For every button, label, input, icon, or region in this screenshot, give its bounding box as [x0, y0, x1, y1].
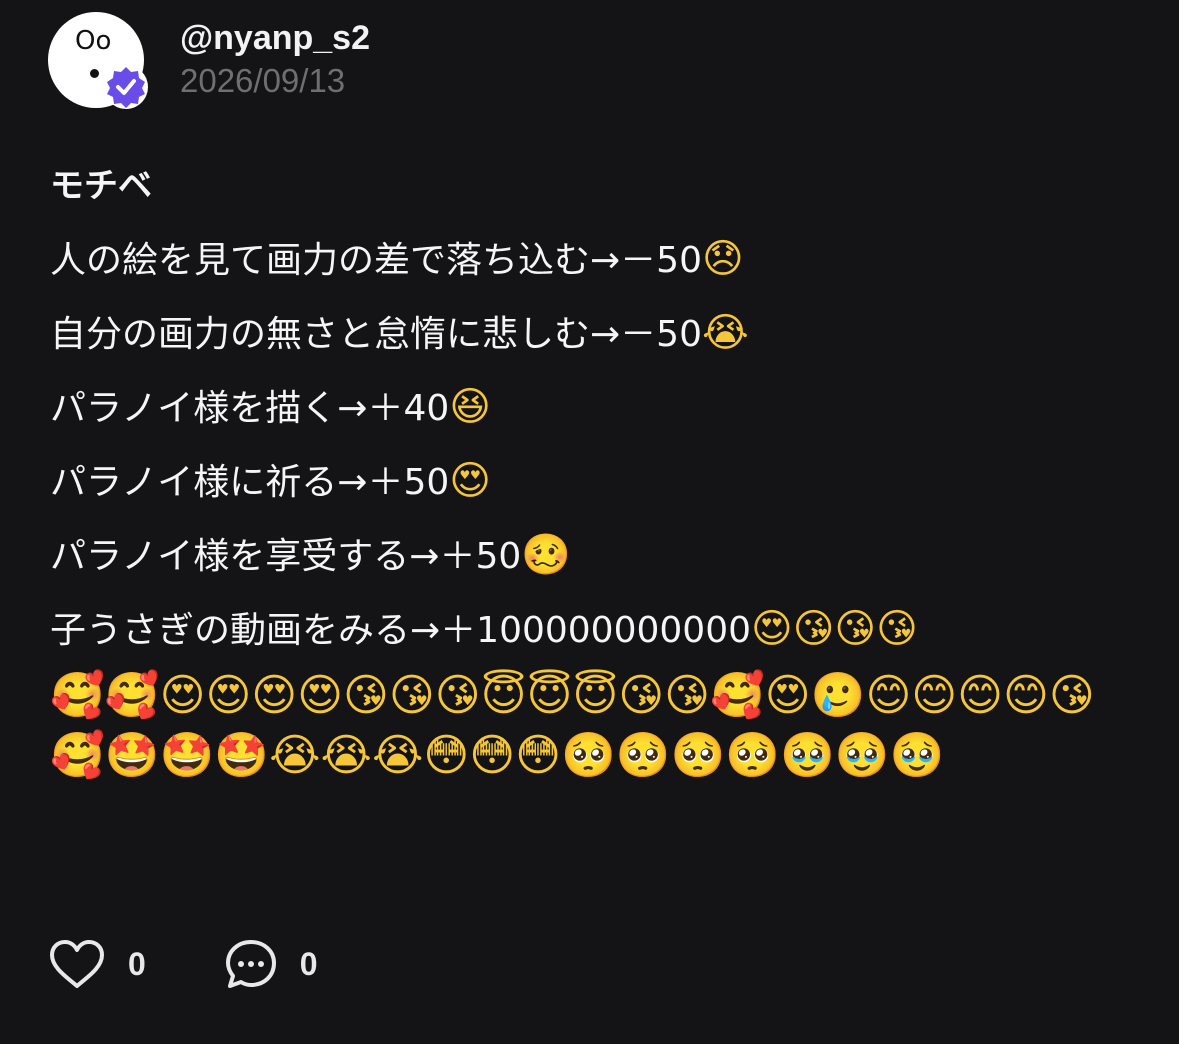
verified-check-badge-icon — [104, 65, 148, 109]
post-line-text: パラノイ様を描く→＋40 — [50, 388, 450, 429]
crying-face-emoji-icon: 😭 — [701, 310, 749, 356]
disappointed-face-emoji-icon: 😞 — [701, 236, 744, 282]
post-line: パラノイ様を描く→＋40😆 — [50, 370, 1140, 444]
heart-eyes-emoji-icon: 😍 — [449, 458, 491, 504]
emoji-trail: 🥰🥰😍😍😍😍😘😘😘😇😇😇😘😘🥰😍🥲😊😊😊😊😘🥰🤩🤩🤩😭😭😭😳😳😳🥺🥺🥺🥺🥹🥹🥹 — [50, 670, 1095, 781]
post-date: 2026/09/13 — [180, 62, 346, 99]
username[interactable]: @nyanp_s2 — [180, 18, 370, 58]
avatar-dot — [90, 69, 99, 78]
post-line: 自分の画力の無さと怠惰に悲しむ→－50😭 — [50, 296, 1140, 370]
post-line-text: パラノイ様に祈る→＋50 — [50, 462, 450, 503]
post-title: モチベ — [50, 166, 152, 206]
like-button[interactable]: 0 — [48, 938, 146, 990]
post-line-text: 自分の画力の無さと怠惰に悲しむ→－50 — [50, 314, 702, 355]
post-line: パラノイ様を享受する→＋50🥴 — [50, 518, 1140, 592]
avatar-text: Oo — [75, 26, 112, 56]
post-line-text: 人の絵を見て画力の差で落ち込む→－50 — [50, 240, 702, 281]
laughing-face-emoji-icon: 😆 — [449, 384, 491, 430]
comment-count: 0 — [299, 945, 318, 982]
post-line: 子うさぎの動画をみる→＋100000000000😍😘😘😘 — [50, 592, 1140, 666]
post-content: モチベ 人の絵を見て画力の差で落ち込む→－50😞 自分の画力の無さと怠惰に悲しむ… — [50, 160, 1140, 786]
post-line-text: パラノイ様を享受する→＋50 — [50, 536, 522, 577]
heart-outline-icon — [50, 940, 104, 988]
post-actions: 0 0 — [48, 934, 396, 994]
woozy-face-emoji-icon: 🥴 — [521, 532, 572, 578]
heart-eyes-kiss-emoji-icon: 😍😘😘😘 — [751, 606, 918, 652]
post-header: Oo @nyanp_s2 2026/09/13 — [48, 12, 370, 112]
user-meta: @nyanp_s2 2026/09/13 — [180, 18, 370, 100]
avatar-container[interactable]: Oo — [48, 12, 148, 109]
post-line: 人の絵を見て画力の差で落ち込む→－50😞 — [50, 222, 1140, 296]
post-card: Oo @nyanp_s2 2026/09/13 モチベ 人の絵を見て画力の差で落… — [0, 0, 1179, 1044]
post-line: パラノイ様に祈る→＋50😍 — [50, 444, 1140, 518]
comment-button[interactable]: 0 — [224, 937, 318, 991]
speech-bubble-icon — [225, 940, 276, 988]
like-count: 0 — [128, 945, 146, 982]
post-line-text: 子うさぎの動画をみる→＋100000000000 — [50, 610, 752, 651]
